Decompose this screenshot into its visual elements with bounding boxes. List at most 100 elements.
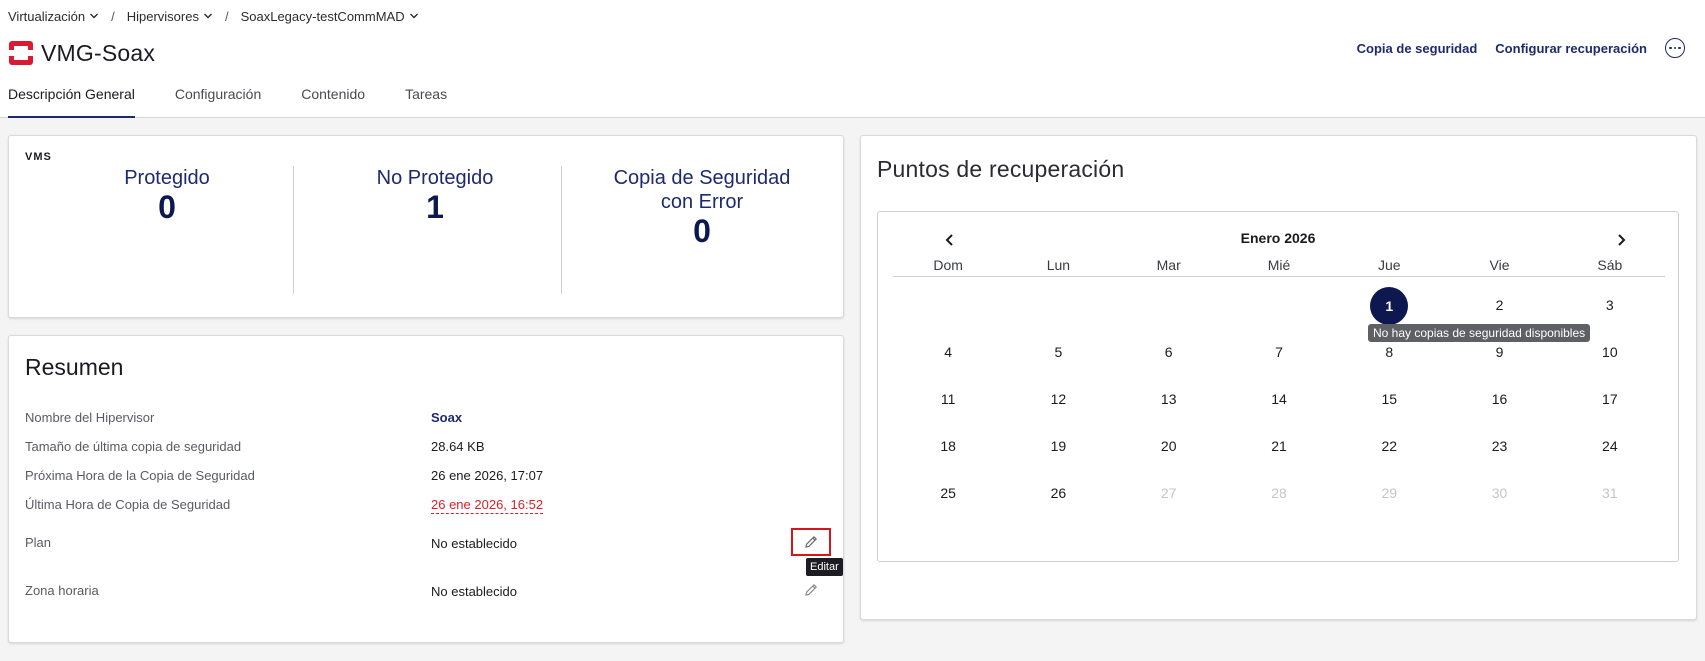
calendar-day[interactable]: 20 xyxy=(1114,428,1224,464)
breadcrumb-virtualizacion[interactable]: Virtualización xyxy=(8,9,99,24)
calendar-day[interactable]: 22 xyxy=(1334,428,1444,464)
summary-row: Tamaño de última copia de seguridad 28.6… xyxy=(25,439,815,461)
stat-value: 0 xyxy=(693,213,711,249)
hypervisor-name-link[interactable]: Soax xyxy=(431,410,462,425)
redacted-area xyxy=(155,38,446,68)
calendar-day[interactable]: 12 xyxy=(1003,381,1113,417)
vms-label: VMS xyxy=(25,151,52,163)
calendar-day[interactable]: 7 xyxy=(1224,334,1334,370)
breadcrumb-label: SoaxLegacy-testCommMAD xyxy=(240,8,405,24)
calendar-day[interactable]: 17 xyxy=(1555,381,1665,417)
calendar-day[interactable]: 26 xyxy=(1003,475,1113,511)
calendar-day-empty xyxy=(1003,287,1113,323)
calendar-day[interactable]: 6 xyxy=(1114,334,1224,370)
breadcrumb-separator: / xyxy=(224,8,229,24)
weekday-label: Lun xyxy=(1046,257,1071,273)
calendar-day-tooltip: No hay copias de seguridad disponibles xyxy=(1368,324,1591,342)
weekday-label: Mar xyxy=(1156,257,1181,273)
weekday-label: Mié xyxy=(1267,257,1291,273)
tab-overview[interactable]: Descripción General xyxy=(8,82,135,118)
calendar-day-disabled: 29 xyxy=(1381,484,1398,501)
chevron-left-icon xyxy=(945,234,953,246)
breadcrumb-hypervisor[interactable]: SoaxLegacy-testCommMAD xyxy=(241,9,419,24)
configure-recovery-button[interactable]: Configurar recuperación xyxy=(1495,41,1647,56)
calendar-week: 1 2 3 xyxy=(893,281,1665,328)
calendar-day[interactable]: 4 xyxy=(893,334,1003,370)
stat-protected: Protegido 0 xyxy=(33,166,301,224)
calendar-day[interactable]: 21 xyxy=(1224,428,1334,464)
edit-timezone-button[interactable] xyxy=(791,576,831,604)
backup-button[interactable]: Copia de seguridad xyxy=(1357,41,1478,56)
stat-label: Copia de Seguridad con Error xyxy=(613,167,791,213)
row-key: Zona horaria xyxy=(25,583,99,598)
breadcrumb-label: Hipervisores xyxy=(126,8,199,24)
weekday-label: Jue xyxy=(1377,257,1401,273)
tab-tasks[interactable]: Tareas xyxy=(405,82,447,118)
breadcrumb-separator: / xyxy=(111,8,115,24)
calendar-day[interactable]: 15 xyxy=(1334,381,1444,417)
top-bar: Virtualización / Hipervisores / SoaxLega… xyxy=(0,0,1705,118)
tab-configuration[interactable]: Configuración xyxy=(175,82,261,118)
calendar-day[interactable]: 18 xyxy=(893,428,1003,464)
calendar-day[interactable]: 23 xyxy=(1444,428,1554,464)
summary-row: Última Hora de Copia de Seguridad 26 ene… xyxy=(25,497,815,519)
calendar-day-disabled: 27 xyxy=(1160,484,1177,501)
breadcrumb-label: Virtualización xyxy=(8,8,86,24)
calendar-day[interactable]: 11 xyxy=(893,381,1003,417)
summary-row: Próxima Hora de la Copia de Seguridad 26… xyxy=(25,468,815,490)
weekday-label: Dom xyxy=(933,257,963,273)
row-value: 26 ene 2026, 17:07 xyxy=(431,468,544,483)
row-value: 28.64 KB xyxy=(431,439,485,454)
row-value: No establecido xyxy=(431,584,517,599)
row-key: Próxima Hora de la Copia de Seguridad xyxy=(25,468,255,483)
tab-content[interactable]: Contenido xyxy=(301,82,365,118)
pencil-icon xyxy=(805,583,818,596)
calendar-day-empty xyxy=(1114,287,1224,323)
stat-value: 1 xyxy=(426,189,444,225)
breadcrumb-hipervisores[interactable]: Hipervisores xyxy=(127,9,213,24)
calendar-day-disabled: 30 xyxy=(1491,484,1508,501)
calendar-week: 25 26 27 28 29 30 31 xyxy=(893,469,1665,516)
calendar-week: 18 19 20 21 22 23 24 xyxy=(893,422,1665,469)
calendar-day[interactable]: 3 xyxy=(1555,287,1665,323)
summary-row-plan: Plan No establecido xyxy=(25,535,815,557)
openstack-logo-icon xyxy=(9,41,33,65)
weekday-label: Vie xyxy=(1489,257,1510,273)
vms-card: VMS Protegido 0 No Protegido 1 Copia de … xyxy=(8,135,844,318)
header-actions: Copia de seguridad Configurar recuperaci… xyxy=(1357,36,1685,60)
stat-label: Protegido xyxy=(124,167,210,189)
summary-card: Resumen Nombre del Hipervisor Soax Tamañ… xyxy=(8,335,844,643)
more-icon[interactable] xyxy=(1665,38,1685,58)
calendar-day[interactable]: 2 xyxy=(1444,287,1554,323)
calendar-week: 11 12 13 14 15 16 17 xyxy=(893,375,1665,422)
calendar-day[interactable]: 16 xyxy=(1444,381,1554,417)
calendar-day[interactable]: 24 xyxy=(1555,428,1665,464)
calendar: Enero 2026 Dom Lun Mar Mié Jue Vie Sáb 1… xyxy=(877,211,1679,562)
edit-tooltip: Editar xyxy=(806,558,843,576)
calendar-day-selected[interactable]: 1 xyxy=(1334,286,1444,325)
recovery-points-card: Puntos de recuperación Enero 2026 Dom Lu… xyxy=(860,135,1697,620)
edit-plan-button[interactable] xyxy=(791,528,831,556)
calendar-day[interactable]: 13 xyxy=(1114,381,1224,417)
summary-title: Resumen xyxy=(25,354,124,380)
calendar-day[interactable]: 25 xyxy=(893,475,1003,511)
chevron-down-icon xyxy=(90,13,99,19)
calendar-grid: Dom Lun Mar Mié Jue Vie Sáb 1 2 3 4 5 6 … xyxy=(893,257,1665,516)
divider xyxy=(561,166,562,294)
row-key: Nombre del Hipervisor xyxy=(25,410,155,425)
breadcrumb: Virtualización / Hipervisores / SoaxLega… xyxy=(8,7,419,25)
tab-bar: Descripción General Configuración Conten… xyxy=(8,82,487,118)
next-month-button[interactable] xyxy=(1611,230,1631,250)
prev-month-button[interactable] xyxy=(940,230,960,250)
calendar-day[interactable]: 19 xyxy=(1003,428,1113,464)
last-backup-error-value[interactable]: 26 ene 2026, 16:52 xyxy=(431,497,544,514)
page-title: VMG-Soax xyxy=(41,39,156,66)
page-title-row: VMG-Soax xyxy=(8,38,446,68)
calendar-day-disabled: 28 xyxy=(1271,484,1287,501)
calendar-day[interactable]: 5 xyxy=(1003,334,1113,370)
row-key: Tamaño de última copia de seguridad xyxy=(25,439,242,454)
calendar-day[interactable]: 14 xyxy=(1224,381,1334,417)
summary-row: Nombre del Hipervisor Soax xyxy=(25,410,815,432)
pencil-icon xyxy=(805,535,818,548)
calendar-day-empty xyxy=(1224,287,1334,323)
